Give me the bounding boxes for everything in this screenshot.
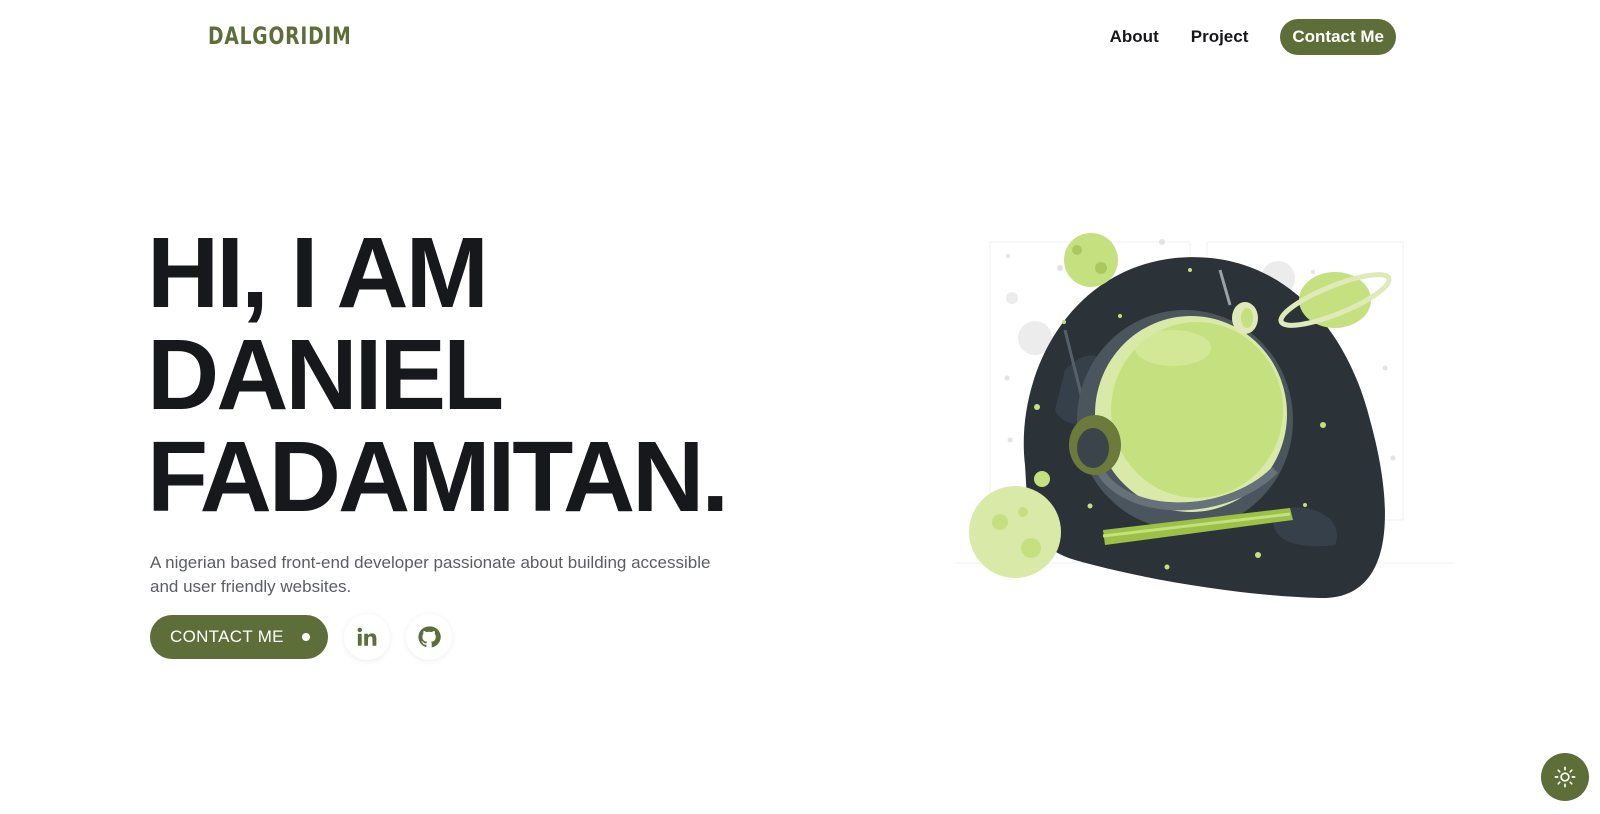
linkedin-link[interactable] [343, 614, 390, 660]
hero-actions: CONTACT ME [150, 614, 452, 660]
hero-title-line: DANIEL [147, 319, 504, 431]
linkedin-icon [357, 627, 377, 646]
contact-me-label: CONTACT ME [170, 627, 284, 646]
astronaut-illustration [945, 230, 1465, 620]
nav-link-about[interactable]: About [1110, 27, 1159, 47]
nav-link-project[interactable]: Project [1191, 27, 1249, 47]
hero-title: HI, I AM DANIEL FADAMITAN. [147, 217, 729, 533]
logo[interactable]: DALGORIDIM [208, 22, 352, 50]
hero-title-line: FADAMITAN. [147, 421, 729, 533]
sun-icon [1554, 766, 1576, 788]
main-nav: About Project Contact Me [1110, 19, 1396, 55]
contact-me-nav-button[interactable]: Contact Me [1280, 19, 1396, 55]
github-icon [418, 626, 441, 648]
theme-toggle-button[interactable] [1541, 753, 1589, 801]
github-link[interactable] [405, 614, 452, 660]
hero-title-line: HI, I AM [147, 217, 489, 329]
hero-subtitle: A nigerian based front-end developer pas… [150, 553, 711, 596]
dot-icon [301, 633, 310, 641]
page: DALGORIDIM About Project Contact Me HI, … [0, 0, 1600, 814]
contact-me-button[interactable]: CONTACT ME [150, 615, 328, 659]
